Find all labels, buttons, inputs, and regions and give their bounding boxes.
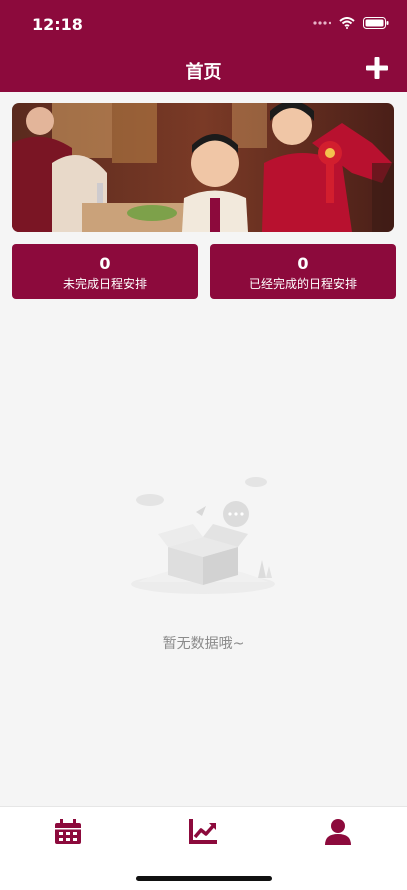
empty-state-message: 暂无数据哦~ <box>162 636 245 652</box>
banner-image <box>12 103 394 232</box>
battery-icon <box>363 17 389 29</box>
home-indicator <box>136 876 272 881</box>
status-time: 12:18 <box>32 15 83 34</box>
wifi-icon <box>339 17 355 29</box>
unfinished-label: 未完成日程安排 <box>62 277 147 291</box>
status-icons <box>313 14 389 32</box>
page-title: 首页 <box>185 62 222 83</box>
calendar-icon[interactable] <box>53 819 83 845</box>
plus-icon[interactable] <box>364 55 390 81</box>
user-icon[interactable] <box>323 819 353 845</box>
top-bar: 12:18 首页 <box>0 0 407 92</box>
chart-icon[interactable] <box>188 819 218 845</box>
banner-illustration <box>12 103 394 232</box>
finished-label: 已经完成的日程安排 <box>248 277 357 291</box>
unfinished-count: 0 <box>99 254 111 273</box>
finished-count: 0 <box>297 254 309 273</box>
empty-box-icon <box>131 477 275 594</box>
signal-icon <box>313 21 331 25</box>
stat-card-finished[interactable]: 0 已经完成的日程安排 <box>210 244 396 299</box>
stat-card-unfinished[interactable]: 0 未完成日程安排 <box>12 244 198 299</box>
